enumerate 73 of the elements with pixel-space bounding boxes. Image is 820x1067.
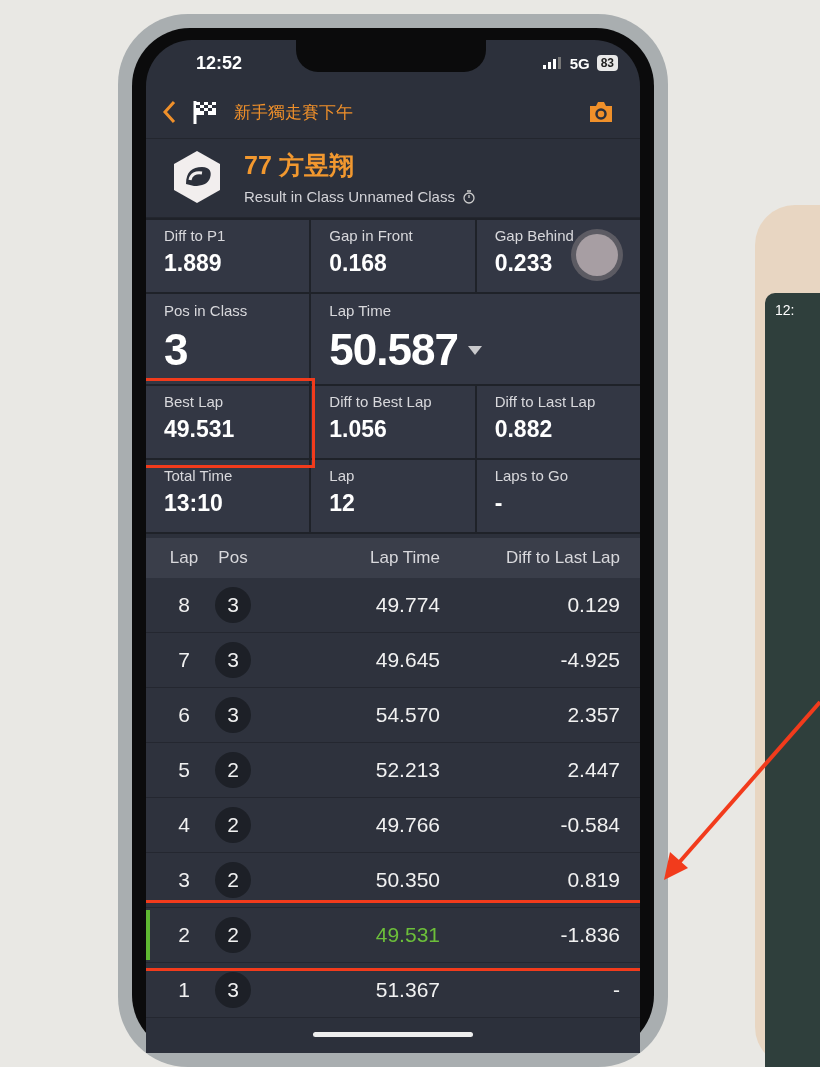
stat-value: 0.168 (329, 250, 387, 277)
stat-value: 12 (329, 490, 355, 517)
status-time: 12:52 (196, 52, 243, 74)
stat-label: Gap Behind (494, 227, 575, 244)
network-label: 5G (569, 54, 590, 72)
stat-label: Lap (329, 467, 356, 484)
stat-value: 1.889 (164, 250, 222, 277)
stat-value: 13:10 (164, 490, 223, 517)
position-badge: 2 (215, 917, 251, 953)
checkered-flag-icon (192, 99, 218, 125)
lap-diff: 2.357 (567, 703, 621, 727)
lap-time: 51.367 (375, 978, 440, 1002)
lap-diff: -0.584 (560, 813, 621, 837)
team-logo-icon (172, 150, 222, 204)
stat-label: Diff to Last Lap (494, 393, 597, 410)
lap-number: 5 (177, 758, 190, 782)
position-badge: 2 (215, 752, 251, 788)
stat-value: 1.056 (329, 416, 387, 443)
column-header: Lap (168, 548, 199, 568)
lap-time: 49.766 (375, 813, 440, 837)
position-badge: 2 (215, 862, 251, 898)
lap-number: 2 (177, 923, 190, 947)
lap-number: 4 (177, 813, 190, 837)
event-title: 新手獨走賽下午 (234, 101, 353, 124)
stat-value: 3 (164, 325, 188, 375)
lap-number: 8 (177, 593, 190, 617)
position-badge: 3 (215, 642, 251, 678)
stat-value: - (494, 490, 503, 517)
position-badge: 2 (215, 807, 251, 843)
stat-label: Diff to P1 (164, 227, 227, 244)
stat-label: Diff to Best Lap (329, 393, 433, 410)
column-header: Pos (218, 548, 248, 568)
lap-diff: 0.129 (567, 593, 621, 617)
stat-value: 0.233 (494, 250, 553, 277)
driver-name: 77 方昱翔 (244, 150, 355, 181)
battery-level: 83 (596, 55, 618, 71)
lap-time: 50.350 (375, 868, 440, 892)
stat-label: Lap Time (329, 302, 393, 319)
stopwatch-icon (462, 189, 475, 204)
stat-value: 50.587 (329, 325, 458, 375)
lap-number: 3 (177, 868, 190, 892)
lap-time: 49.531 (375, 923, 440, 947)
stat-label: Pos in Class (164, 302, 249, 319)
signal-icon (542, 57, 563, 69)
column-header: Diff to Last Lap (505, 548, 621, 568)
stat-label: Laps to Go (494, 467, 570, 484)
stat-value: 49.531 (164, 416, 235, 443)
dropdown-icon[interactable] (467, 345, 482, 355)
lap-diff: -4.925 (560, 648, 621, 672)
lap-time: 52.213 (375, 758, 440, 782)
lap-time: 54.570 (375, 703, 440, 727)
stat-label: Total Time (164, 467, 234, 484)
stat-label: Best Lap (164, 393, 225, 410)
stat-label: Gap in Front (329, 227, 414, 244)
lap-diff: 2.447 (567, 758, 621, 782)
position-badge: 3 (215, 697, 251, 733)
class-result-label: Result in Class Unnamed Class (244, 188, 455, 205)
status-time: 12: (775, 302, 795, 318)
back-icon[interactable] (162, 100, 176, 124)
column-header: Lap Time (370, 548, 440, 568)
lap-diff: -1.836 (560, 923, 621, 947)
lap-diff: - (613, 978, 621, 1002)
lap-number: 1 (177, 978, 190, 1002)
lap-time: 49.774 (375, 593, 440, 617)
stat-value: 0.882 (494, 416, 553, 443)
lap-time: 49.645 (375, 648, 440, 672)
lap-number: 6 (177, 703, 190, 727)
position-badge: 3 (215, 587, 251, 623)
camera-icon[interactable] (588, 101, 614, 123)
lap-diff: 0.819 (567, 868, 621, 892)
assistive-touch-button[interactable] (576, 234, 618, 276)
position-badge: 3 (215, 972, 251, 1008)
lap-number: 7 (177, 648, 190, 672)
